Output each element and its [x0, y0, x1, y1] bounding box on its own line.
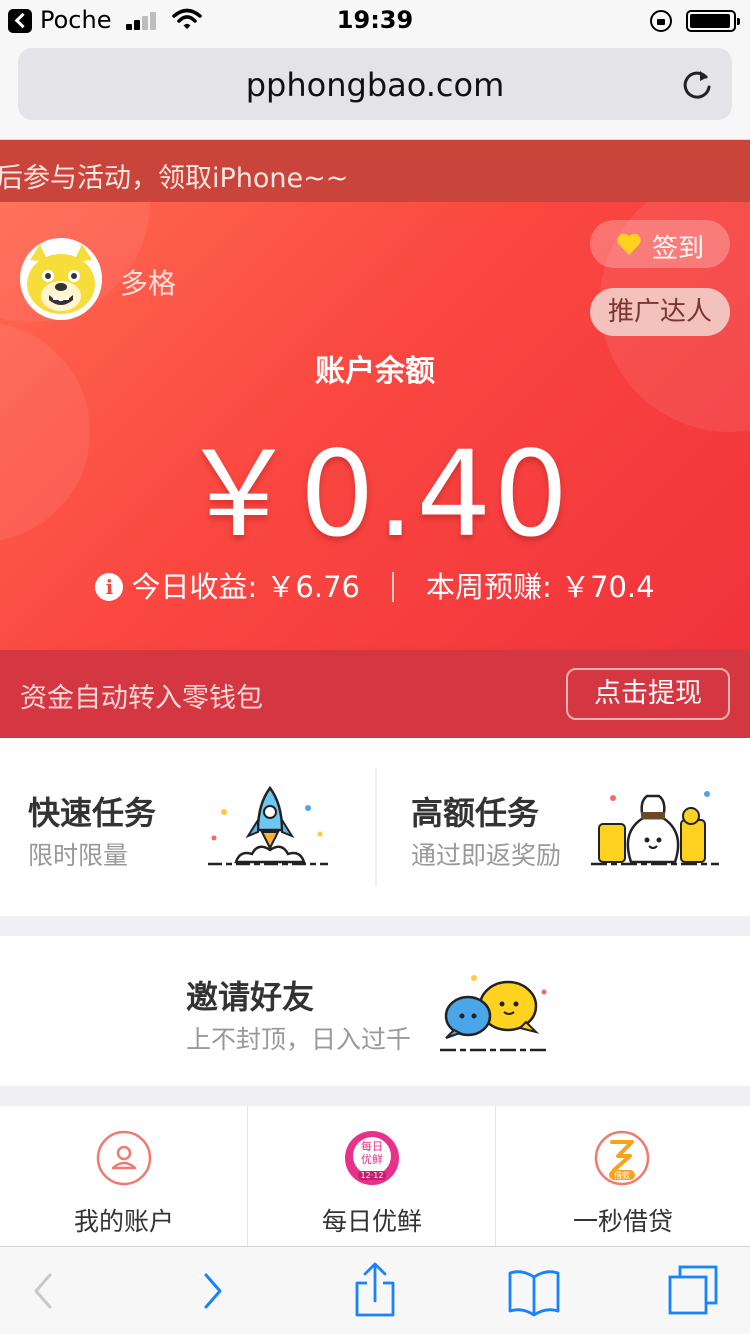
- announcement-text: 后参与活动，领取iPhone~~: [0, 163, 349, 194]
- user-icon: [96, 1130, 152, 1186]
- signin-label: 签到: [652, 234, 705, 264]
- earnings-row: i 今日收益: ￥6.76 本周预赚: ￥70.4: [0, 564, 750, 606]
- transfer-note: 资金自动转入零钱包: [20, 683, 263, 714]
- earnings-divider: [392, 572, 394, 602]
- avatar[interactable]: [20, 238, 102, 320]
- info-icon[interactable]: i: [95, 573, 124, 601]
- shortcut-label: 一秒借贷: [572, 1207, 673, 1236]
- rocket-icon: [208, 785, 328, 866]
- shortcut-label: 我的账户: [73, 1207, 174, 1236]
- heart-icon: [617, 233, 641, 255]
- shortcut-label: 每日优鲜: [321, 1207, 422, 1236]
- signin-button[interactable]: 签到: [590, 220, 730, 268]
- loan-badge-tag: 借款: [614, 1171, 630, 1180]
- balance-value: ￥0.40: [179, 425, 571, 563]
- daily-fresh-badge-tag: 12·12: [360, 1171, 384, 1180]
- username: 多格: [120, 267, 177, 300]
- back-chevron-icon[interactable]: [14, 1261, 74, 1321]
- announcement-marquee: 后参与活动，领取iPhone~~: [0, 140, 750, 202]
- share-icon[interactable]: [345, 1261, 405, 1321]
- invite-subtitle: 上不封顶，日入过千: [186, 1025, 412, 1054]
- reload-icon[interactable]: [680, 68, 714, 102]
- money-bag-icon: [591, 791, 719, 866]
- invite-friends-card[interactable]: 邀请好友 上不封顶，日入过千: [0, 936, 750, 1086]
- today-earnings: 今日收益: ￥6.76: [131, 570, 360, 604]
- shortcut-instant-loan[interactable]: 借款 一秒借贷: [496, 1106, 750, 1246]
- daily-fresh-badge-top: 每日: [361, 1140, 383, 1153]
- balance-label: 账户余额: [315, 354, 435, 389]
- high-reward-task-card[interactable]: 高额任务 通过即返奖励: [377, 738, 750, 916]
- week-earnings: 本周预赚: ￥70.4: [426, 570, 655, 604]
- bookmarks-icon[interactable]: [504, 1261, 564, 1321]
- promoter-button[interactable]: 推广达人: [590, 288, 730, 336]
- withdraw-button[interactable]: 点击提现: [566, 668, 730, 720]
- quick-task-card[interactable]: 快速任务 限时限量: [0, 738, 375, 916]
- shortcut-bar: 我的账户 每日 优鲜 12·12 每日优鲜 借款 一秒借贷: [0, 1106, 750, 1246]
- invite-title: 邀请好友: [186, 978, 315, 1016]
- chat-bubbles-icon: [440, 975, 550, 1052]
- task-title: 高额任务: [411, 794, 540, 832]
- page: Poche 19:39 pphongbao.com 后参与活动，领取iPhone…: [0, 0, 750, 1334]
- url-text[interactable]: pphongbao.com: [18, 66, 732, 104]
- daily-fresh-icon: 每日 优鲜 12·12: [344, 1130, 400, 1186]
- task-subtitle: 限时限量: [28, 841, 129, 870]
- task-subtitle: 通过即返奖励: [411, 841, 562, 870]
- loan-icon: 借款: [594, 1130, 650, 1186]
- transfer-bar: 资金自动转入零钱包 点击提现: [0, 650, 750, 738]
- task-section: 快速任务 限时限量 高额任务 通过即返奖励: [0, 738, 750, 916]
- address-bar[interactable]: pphongbao.com: [18, 48, 732, 120]
- shortcut-daily-fresh[interactable]: 每日 优鲜 12·12 每日优鲜: [248, 1106, 496, 1246]
- browser-address-area: pphongbao.com: [0, 40, 750, 140]
- browser-toolbar: [0, 1246, 750, 1334]
- rotation-lock-icon: [650, 10, 672, 32]
- status-bar: Poche 19:39: [0, 0, 750, 40]
- daily-fresh-badge-bottom: 优鲜: [361, 1153, 383, 1166]
- battery-icon: [686, 10, 740, 32]
- clock: 19:39: [336, 6, 414, 34]
- account-card: 多格 签到 推广达人 账户余额 ￥0.40 i 今日收益: ￥6.76 本周预赚: …: [0, 202, 750, 650]
- forward-chevron-icon[interactable]: [182, 1261, 242, 1321]
- tabs-icon[interactable]: [664, 1261, 724, 1321]
- shortcut-my-account[interactable]: 我的账户: [0, 1106, 248, 1246]
- task-title: 快速任务: [28, 794, 157, 832]
- doge-avatar-icon: [20, 238, 102, 320]
